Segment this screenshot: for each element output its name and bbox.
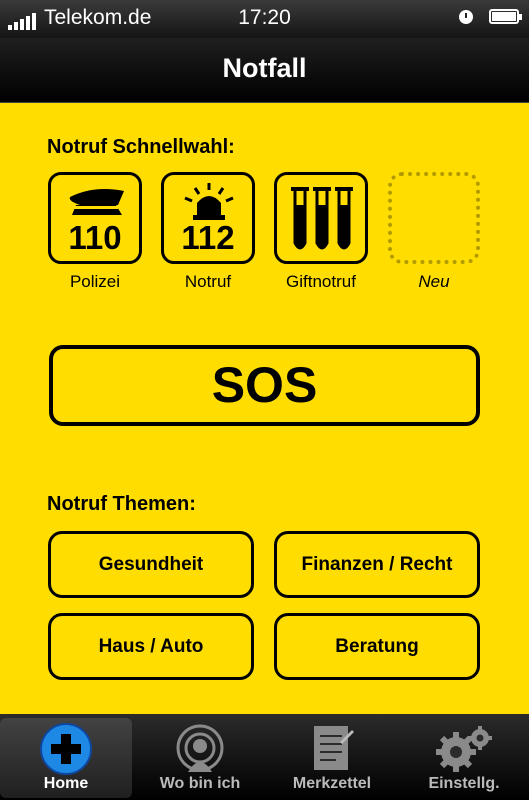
status-bar: Telekom.de 17:20 bbox=[0, 0, 529, 38]
tab-label: Einstellg. bbox=[428, 775, 500, 792]
location-person-icon bbox=[176, 724, 224, 772]
test-tubes-icon bbox=[291, 187, 353, 250]
notepad-icon bbox=[314, 726, 354, 770]
clock-icon bbox=[459, 10, 473, 24]
quick-dial-label-giftnotruf: Giftnotruf bbox=[286, 272, 356, 291]
battery-icon bbox=[489, 9, 522, 24]
tab-bar: Home Wo bin ich Merkzettel Einstellg. bbox=[0, 714, 529, 800]
sos-button[interactable]: SOS bbox=[49, 345, 480, 426]
quick-dial-add-new-button[interactable] bbox=[388, 172, 480, 264]
tab-wo-bin-ich[interactable]: Wo bin ich bbox=[134, 718, 266, 798]
tab-label: Wo bin ich bbox=[159, 775, 241, 792]
page-title: Notfall bbox=[222, 53, 307, 83]
topic-gesundheit-button[interactable]: Gesundheit bbox=[48, 531, 254, 598]
quick-dial-number: 110 bbox=[68, 219, 122, 256]
quick-dial-number: 112 bbox=[181, 219, 235, 256]
navigation-bar: Notfall bbox=[0, 38, 529, 103]
plus-circle-icon bbox=[40, 723, 92, 775]
topic-finanzen-recht-button[interactable]: Finanzen / Recht bbox=[274, 531, 480, 598]
quick-dial-label-notruf: Notruf bbox=[184, 272, 232, 291]
quick-dial-label-polizei: Polizei bbox=[69, 272, 121, 291]
tab-einstellungen[interactable]: Einstellg. bbox=[398, 718, 529, 798]
tab-home[interactable]: Home bbox=[0, 718, 132, 798]
gears-icon bbox=[436, 726, 492, 772]
topic-haus-auto-button[interactable]: Haus / Auto bbox=[48, 613, 254, 680]
topic-beratung-button[interactable]: Beratung bbox=[274, 613, 480, 680]
quick-dial-polizei-button[interactable]: 110 bbox=[48, 172, 142, 264]
tab-label: Home bbox=[43, 775, 89, 792]
quick-dial-title: Notruf Schnellwahl: bbox=[47, 136, 235, 158]
quick-dial-giftnotruf-button[interactable] bbox=[274, 172, 368, 264]
tab-label: Merkzettel bbox=[292, 775, 372, 792]
quick-dial-label-neu: Neu bbox=[418, 272, 450, 291]
siren-icon bbox=[184, 183, 234, 220]
police-cap-icon bbox=[69, 189, 124, 215]
topics-title: Notruf Themen: bbox=[47, 493, 196, 515]
status-time: 17:20 bbox=[238, 6, 291, 29]
tab-merkzettel[interactable]: Merkzettel bbox=[266, 718, 398, 798]
quick-dial-notruf-button[interactable]: 112 bbox=[161, 172, 255, 264]
